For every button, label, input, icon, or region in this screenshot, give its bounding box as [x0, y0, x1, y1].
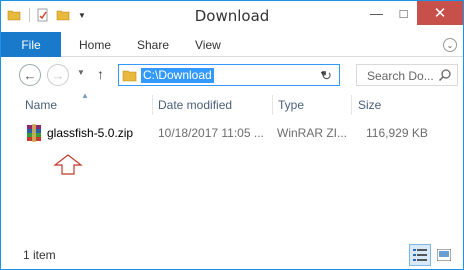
navigation-bar: ← → ▼ ↑ C:\Download ▼ ↻ Search Do... [1, 58, 463, 92]
address-path[interactable]: C:\Download [141, 68, 214, 83]
column-divider[interactable] [152, 95, 153, 115]
tab-home[interactable]: Home [79, 32, 111, 57]
expand-ribbon-icon[interactable]: ⌄ [443, 38, 457, 52]
search-icon[interactable] [438, 68, 452, 82]
column-size[interactable]: Size [358, 98, 381, 112]
column-type[interactable]: Type [278, 98, 304, 112]
maximize-button[interactable]: □ [390, 1, 417, 25]
file-name[interactable]: glassfish-5.0.zip [47, 126, 133, 140]
large-icons-view-icon [437, 249, 451, 261]
recent-locations-dropdown-icon[interactable]: ▼ [77, 68, 85, 77]
tab-view[interactable]: View [195, 32, 221, 57]
back-button[interactable]: ← [19, 64, 41, 86]
column-divider[interactable] [351, 95, 352, 115]
refresh-icon[interactable]: ↻ [321, 68, 332, 84]
caption-buttons: — □ ✕ [363, 1, 463, 25]
folder-icon [122, 70, 137, 82]
annotation-arrow-icon [53, 154, 83, 175]
item-count: 1 item [23, 248, 56, 262]
ribbon-tabs: File Home Share View ⌄ [1, 32, 463, 57]
tab-share[interactable]: Share [137, 32, 169, 57]
file-size: 116,929 KB [366, 126, 428, 140]
file-date-modified: 10/18/2017 11:05 ... [158, 126, 264, 140]
winrar-archive-icon [27, 124, 41, 142]
address-bar[interactable]: C:\Download ▼ [118, 64, 340, 86]
minimize-button[interactable]: — [363, 1, 390, 25]
search-placeholder: Search Do... [367, 69, 434, 83]
file-type: WinRAR ZI... [277, 126, 348, 140]
column-date-modified[interactable]: Date modified [158, 98, 232, 112]
tab-file[interactable]: File [1, 32, 61, 57]
column-divider[interactable] [272, 95, 273, 115]
sort-ascending-icon: ▲ [81, 91, 89, 100]
large-icons-view-button[interactable] [433, 244, 455, 266]
status-bar: 1 item [1, 242, 463, 269]
details-view-button[interactable] [409, 244, 431, 266]
column-name[interactable]: Name [25, 98, 57, 112]
column-headers: ▲ Name Date modified Type Size [1, 91, 463, 117]
explorer-window: ▼ Download — □ ✕ File Home Share View ⌄ … [0, 0, 464, 270]
forward-button[interactable]: → [47, 64, 69, 86]
search-box[interactable]: Search Do... [356, 64, 458, 86]
file-row[interactable]: glassfish-5.0.zip 10/18/2017 11:05 ... W… [21, 123, 458, 143]
title-bar: ▼ Download — □ ✕ [1, 1, 463, 32]
details-view-icon [413, 249, 427, 261]
up-arrow-icon[interactable]: ↑ [97, 66, 104, 82]
close-button[interactable]: ✕ [417, 1, 463, 25]
